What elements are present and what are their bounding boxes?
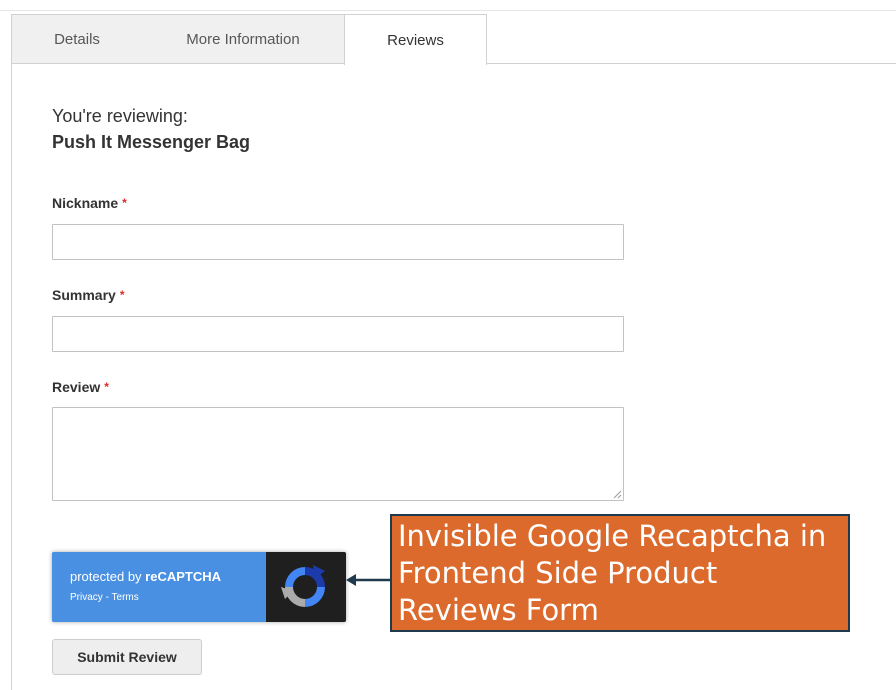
recaptcha-link-separator: - — [102, 592, 112, 603]
tab-more-information-label: More Information — [186, 30, 300, 48]
tab-reviews[interactable]: Reviews — [344, 14, 487, 65]
recaptcha-logo-icon — [281, 565, 325, 607]
tab-details-label: Details — [54, 30, 100, 48]
review-label-text: Review — [52, 379, 101, 395]
tab-details[interactable]: Details — [11, 14, 143, 63]
reviewing-label: You're reviewing: — [52, 106, 188, 126]
recaptcha-protected-text: protected by reCAPTCHA — [70, 569, 221, 584]
summary-field[interactable] — [52, 316, 624, 352]
recaptcha-text-area — [52, 552, 266, 622]
annotation-arrow-icon — [346, 574, 392, 586]
annotation-callout: Invisible Google Recaptcha in Frontend S… — [390, 514, 850, 632]
product-name: Push It Messenger Bag — [52, 132, 251, 152]
tab-more-information[interactable]: More Information — [142, 14, 345, 63]
review-textarea[interactable] — [52, 407, 624, 501]
summary-label: Summary * — [52, 287, 124, 303]
recaptcha-badge[interactable]: protected by reCAPTCHA Privacy - Terms — [52, 552, 346, 622]
summary-label-text: Summary — [52, 287, 116, 303]
required-marker: * — [119, 288, 125, 302]
tab-panel-left-border — [11, 63, 12, 690]
recaptcha-brand: reCAPTCHA — [145, 569, 221, 584]
recaptcha-protected-by: protected by — [70, 569, 146, 584]
submit-review-button[interactable]: Submit Review — [52, 639, 202, 675]
recaptcha-privacy-link[interactable]: Privacy — [70, 592, 103, 603]
review-label: Review * — [52, 379, 109, 395]
required-marker: * — [104, 380, 109, 394]
recaptcha-links: Privacy - Terms — [70, 592, 139, 603]
resize-handle-icon[interactable] — [612, 489, 622, 499]
required-marker: * — [122, 196, 127, 210]
recaptcha-terms-link[interactable]: Terms — [112, 592, 139, 603]
nickname-field[interactable] — [52, 224, 624, 260]
top-divider — [0, 10, 896, 11]
nickname-label: Nickname * — [52, 195, 127, 211]
tab-reviews-label: Reviews — [387, 31, 444, 49]
nickname-label-text: Nickname — [52, 195, 119, 211]
